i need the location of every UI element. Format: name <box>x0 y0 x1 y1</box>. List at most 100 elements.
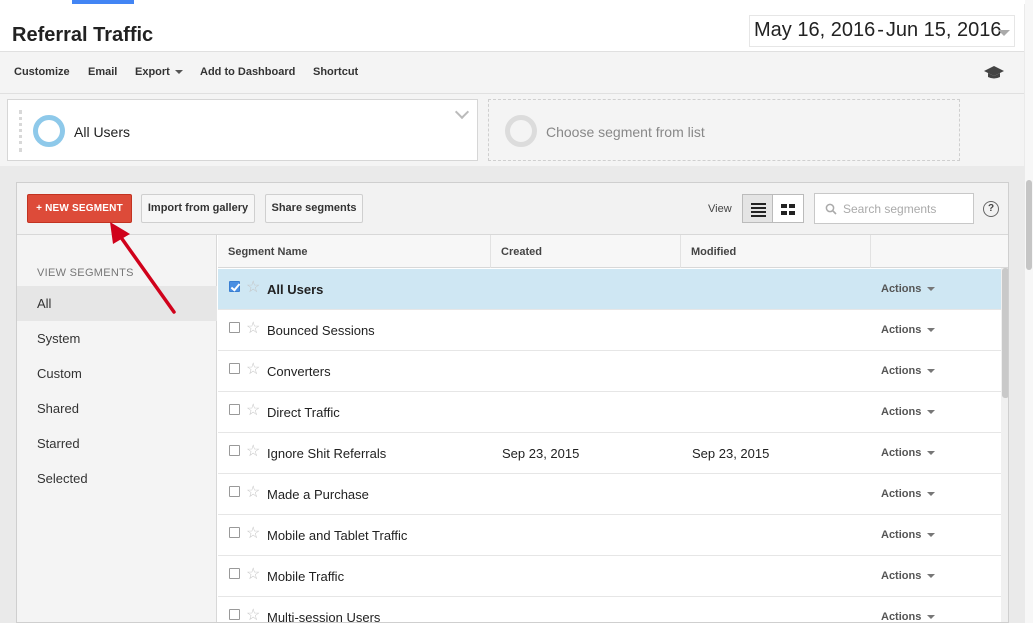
actions-menu[interactable]: Actions <box>881 324 936 336</box>
star-icon[interactable]: ☆ <box>246 400 260 420</box>
table-row[interactable]: ☆ Bounced Sessions Actions <box>218 310 1001 351</box>
row-checkbox[interactable] <box>229 527 240 538</box>
email-button[interactable]: Email <box>88 66 117 78</box>
table-header: Segment Name Created Modified <box>218 235 1008 268</box>
sidebar-item-custom[interactable]: Custom <box>17 356 217 391</box>
date-range-picker[interactable]: May 16, 2016- Jun 15, 2016 <box>749 15 1015 47</box>
empty-segment-slot[interactable]: Choose segment from list <box>488 99 960 161</box>
star-icon[interactable]: ☆ <box>246 277 260 297</box>
list-view-toggle[interactable] <box>742 194 773 223</box>
table-scrollbar-thumb[interactable] <box>1002 268 1008 398</box>
column-segment-name[interactable]: Segment Name <box>218 235 491 268</box>
actions-menu[interactable]: Actions <box>881 406 936 418</box>
sidebar-item-system[interactable]: System <box>17 321 217 356</box>
page-scrollbar[interactable] <box>1025 0 1033 623</box>
star-icon[interactable]: ☆ <box>246 482 260 502</box>
row-checkbox[interactable] <box>229 322 240 333</box>
export-label: Export <box>135 66 170 78</box>
search-segments-box[interactable] <box>814 193 974 224</box>
share-segments-button[interactable]: Share segments <box>265 194 363 223</box>
actions-menu[interactable]: Actions <box>881 488 936 500</box>
table-row[interactable]: ☆ Made a Purchase Actions <box>218 474 1001 515</box>
segment-name[interactable]: Direct Traffic <box>267 405 340 420</box>
row-checkbox[interactable] <box>229 568 240 579</box>
table-row[interactable]: ☆ Mobile and Tablet Traffic Actions <box>218 515 1001 556</box>
star-icon[interactable]: ☆ <box>246 359 260 379</box>
chevron-down-icon[interactable] <box>998 30 1010 36</box>
segment-name[interactable]: Mobile Traffic <box>267 569 344 584</box>
segment-picker-toolbar: + NEW SEGMENT Import from gallery Share … <box>17 183 1008 235</box>
shortcut-button[interactable]: Shortcut <box>313 66 358 78</box>
actions-menu[interactable]: Actions <box>881 365 936 377</box>
row-checkbox[interactable] <box>229 404 240 415</box>
row-checkbox[interactable] <box>229 486 240 497</box>
active-segment-card[interactable]: All Users <box>7 99 478 161</box>
table-row[interactable]: ☆ Converters Actions <box>218 351 1001 392</box>
table-row[interactable]: ☆ All Users Actions <box>218 269 1001 310</box>
row-checkbox[interactable] <box>229 281 240 292</box>
segment-bar: All Users Choose segment from list <box>0 94 1024 166</box>
column-created[interactable]: Created <box>491 235 681 268</box>
caret-down-icon <box>174 70 183 75</box>
search-segments-input[interactable] <box>843 201 969 217</box>
caret-down-icon <box>927 410 936 415</box>
new-segment-button[interactable]: + NEW SEGMENT <box>27 194 132 223</box>
segment-name[interactable]: Converters <box>267 364 331 379</box>
empty-ring-icon <box>505 115 537 147</box>
actions-menu[interactable]: Actions <box>881 611 936 623</box>
star-icon[interactable]: ☆ <box>246 441 260 461</box>
segment-name[interactable]: Made a Purchase <box>267 487 369 502</box>
chevron-down-icon[interactable] <box>454 104 470 120</box>
table-row[interactable]: ☆ Mobile Traffic Actions <box>218 556 1001 597</box>
table-row[interactable]: ☆ Multi-session Users Actions <box>218 597 1001 623</box>
help-icon[interactable]: ? <box>983 201 999 217</box>
caret-down-icon <box>927 287 936 292</box>
caret-down-icon <box>927 328 936 333</box>
actions-label: Actions <box>881 611 922 623</box>
star-icon[interactable]: ☆ <box>246 605 260 622</box>
star-icon[interactable]: ☆ <box>246 318 260 338</box>
export-button[interactable]: Export <box>135 66 183 78</box>
segment-name[interactable]: Bounced Sessions <box>267 323 375 338</box>
actions-label: Actions <box>881 283 922 295</box>
graduation-cap-icon[interactable] <box>984 66 1004 80</box>
page-scrollbar-thumb[interactable] <box>1026 180 1032 270</box>
sidebar-item-selected[interactable]: Selected <box>17 461 217 496</box>
search-icon <box>825 203 837 215</box>
segment-name[interactable]: All Users <box>267 282 323 297</box>
drag-handle[interactable] <box>19 110 22 152</box>
actions-label: Actions <box>881 447 922 459</box>
actions-menu[interactable]: Actions <box>881 529 936 541</box>
view-label: View <box>708 203 732 215</box>
actions-menu[interactable]: Actions <box>881 283 936 295</box>
row-checkbox[interactable] <box>229 609 240 620</box>
segment-name[interactable]: Ignore Shit Referrals <box>267 446 386 461</box>
table-row[interactable]: ☆ Direct Traffic Actions <box>218 392 1001 433</box>
import-from-gallery-button[interactable]: Import from gallery <box>141 194 255 223</box>
actions-label: Actions <box>881 529 922 541</box>
star-icon[interactable]: ☆ <box>246 564 260 584</box>
actions-label: Actions <box>881 324 922 336</box>
actions-menu[interactable]: Actions <box>881 570 936 582</box>
caret-down-icon <box>927 574 936 579</box>
actions-menu[interactable]: Actions <box>881 447 936 459</box>
table-row[interactable]: ☆ Ignore Shit Referrals Sep 23, 2015 Sep 23… <box>218 433 1001 474</box>
list-view-icon <box>751 203 766 217</box>
add-to-dashboard-button[interactable]: Add to Dashboard <box>200 66 295 78</box>
sidebar-item-shared[interactable]: Shared <box>17 391 217 426</box>
customize-button[interactable]: Customize <box>14 66 70 78</box>
date-separator: - <box>877 19 884 41</box>
sidebar-item-all[interactable]: All <box>17 286 217 321</box>
actions-label: Actions <box>881 570 922 582</box>
sidebar-heading: VIEW SEGMENTS <box>37 267 134 279</box>
sidebar-item-starred[interactable]: Starred <box>17 426 217 461</box>
row-checkbox[interactable] <box>229 363 240 374</box>
segment-ring-icon <box>33 115 65 147</box>
table-scrollbar[interactable] <box>1001 268 1008 622</box>
segment-name[interactable]: Mobile and Tablet Traffic <box>267 528 407 543</box>
grid-view-toggle[interactable] <box>773 194 804 223</box>
star-icon[interactable]: ☆ <box>246 523 260 543</box>
segment-name[interactable]: Multi-session Users <box>267 610 380 622</box>
row-checkbox[interactable] <box>229 445 240 456</box>
column-modified[interactable]: Modified <box>681 235 871 268</box>
